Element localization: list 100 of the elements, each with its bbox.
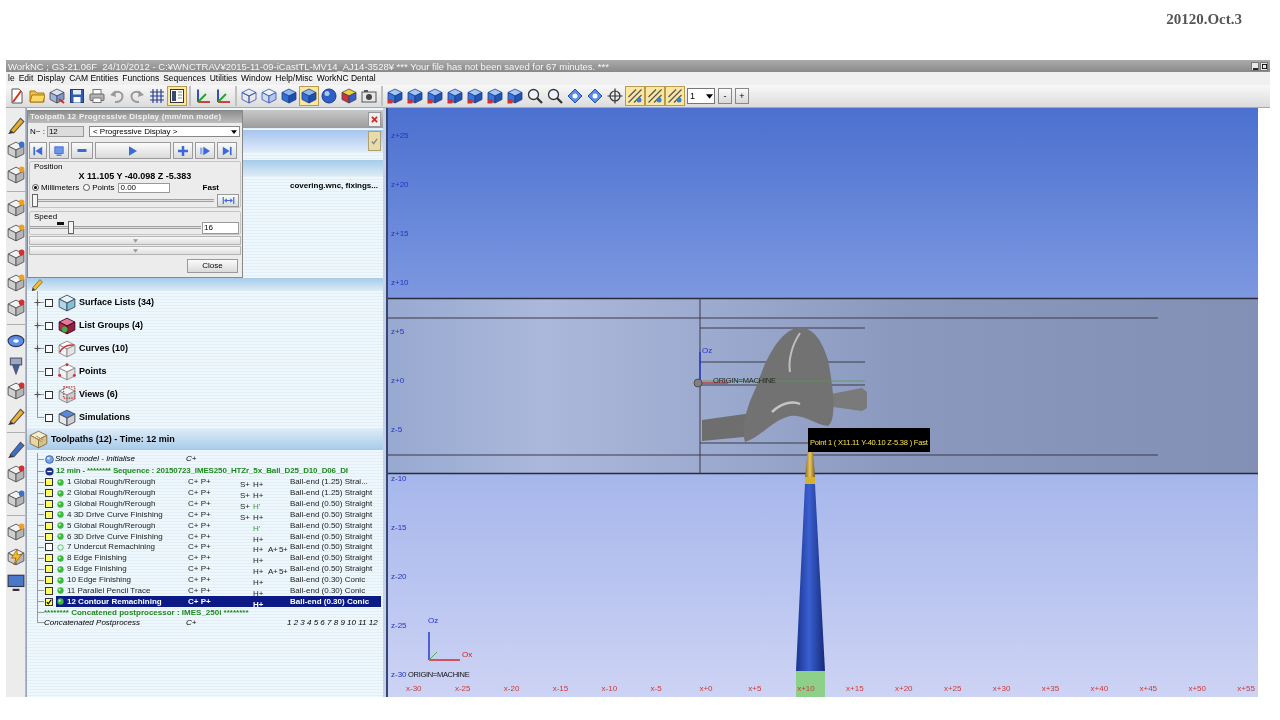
slider-thumb[interactable] <box>32 193 38 207</box>
points-field[interactable]: 0.00 <box>118 182 171 193</box>
checkbox[interactable] <box>45 367 53 376</box>
lightning-icon[interactable] <box>6 547 25 567</box>
pencil-icon[interactable] <box>6 115 25 135</box>
checkbox[interactable] <box>45 478 53 487</box>
toolbar-button[interactable] <box>525 86 545 106</box>
checkbox[interactable] <box>45 510 53 519</box>
toolbar-button[interactable] <box>625 86 645 106</box>
toolpath-row[interactable]: 5 Global Rough/Rerough C+ P+ H' Ball-end (0.50) Straight <box>56 520 381 532</box>
tree-item[interactable]: List Groups (4) <box>27 314 383 337</box>
menu-item[interactable]: Window <box>241 73 272 84</box>
play-button[interactable] <box>95 142 171 159</box>
toolbar-button[interactable] <box>425 86 445 106</box>
menu-item[interactable]: Help/Misc <box>275 73 313 84</box>
radio-button[interactable] <box>32 184 39 192</box>
checkbox[interactable] <box>45 321 53 330</box>
box-icon[interactable] <box>6 489 25 509</box>
toolbar-button[interactable] <box>505 86 525 106</box>
toolbar-button[interactable] <box>147 86 167 106</box>
position-slider-track[interactable] <box>32 193 214 207</box>
toolpath-row[interactable]: 11 Parallel Pencil Trace C+ P+ H+ Ball-end (0.30) Conic <box>56 585 381 597</box>
toolbar-button[interactable] <box>405 86 425 106</box>
toolbar-button[interactable] <box>339 86 359 106</box>
box-icon[interactable] <box>6 381 25 401</box>
toolbar-button[interactable] <box>299 86 319 106</box>
expand-icon[interactable] <box>34 322 41 329</box>
tree-item[interactable]: Views (6) <box>27 383 383 406</box>
menu-item[interactable]: Functions <box>122 73 160 84</box>
toolbar-button[interactable] <box>167 86 187 106</box>
toolpath-row[interactable]: 4 3D Drive Curve Finishing C+ P+ S+ H+ Ball-end (0.50) Straight <box>56 509 381 521</box>
tree-item[interactable]: Curves (10) <box>27 337 383 360</box>
minimize-button[interactable] <box>1251 61 1259 71</box>
fit-range-button[interactable] <box>217 193 239 207</box>
checkbox[interactable] <box>45 586 53 595</box>
previous-button[interactable] <box>49 142 69 159</box>
toolbar-button[interactable] <box>605 86 625 106</box>
close-button[interactable]: Close <box>187 259 238 273</box>
menu-item[interactable]: CAM Entities <box>69 73 119 84</box>
pencil-icon[interactable] <box>6 406 25 426</box>
expand-icon[interactable] <box>34 299 41 306</box>
menu-item[interactable]: Utilities <box>209 73 238 84</box>
toolpath-row[interactable]: 3 Global Rough/Rerough C+ P+ S+ H' Ball-end (0.50) Straight <box>56 498 381 510</box>
checkbox[interactable] <box>45 554 53 563</box>
toolpath-row[interactable]: 8 Edge Finishing C+ P+ H+ Ball-end (0.50) Straight <box>56 552 381 564</box>
toolbar-button[interactable] <box>565 86 585 106</box>
toolbar-button[interactable] <box>385 86 405 106</box>
expand-icon[interactable] <box>34 345 41 352</box>
display-mode-dropdown[interactable]: < Progressive Display > <box>88 126 240 137</box>
box-icon[interactable] <box>6 198 25 218</box>
box-icon[interactable] <box>6 298 25 318</box>
menu-item[interactable]: WorkNC Dental <box>316 73 376 84</box>
checkbox[interactable] <box>45 532 53 541</box>
tree-item[interactable]: Simulations <box>27 406 383 429</box>
checkbox[interactable] <box>45 413 53 422</box>
toolbar-button[interactable] <box>645 86 665 106</box>
checkbox[interactable] <box>45 390 53 399</box>
minus-button[interactable] <box>71 142 93 159</box>
menu-item[interactable]: Sequences <box>163 73 206 84</box>
checkbox[interactable] <box>45 565 53 574</box>
box-icon[interactable] <box>6 140 25 160</box>
toolbar-button[interactable] <box>585 86 605 106</box>
speed-field[interactable]: 16 <box>202 221 239 234</box>
checkbox[interactable] <box>45 298 53 307</box>
toolpath-row[interactable]: 9 Edge Finishing C+ P+ H+ A+ 5+ Ball-end (0.50) Straight <box>56 563 381 575</box>
toolpath-row[interactable]: 2 Global Rough/Rerough C+ P+ S+ H+ Ball-end (1.25) Straight <box>56 487 381 499</box>
toolpath-row[interactable]: 10 Edge Finishing C+ P+ H+ Ball-end (0.30) Conic <box>56 574 381 586</box>
tree-item[interactable]: Points <box>27 360 383 383</box>
toolbar-button[interactable] <box>485 86 505 106</box>
box-icon[interactable] <box>6 273 25 293</box>
checkbox[interactable] <box>45 543 53 552</box>
close-button[interactable] <box>368 111 381 127</box>
checkbox[interactable] <box>45 521 53 530</box>
toolbar-button[interactable] <box>445 86 465 106</box>
toolpath-row[interactable]: 12 Contour Remachining C+ P+ H+ Ball-end (0.30) Conic <box>56 596 381 608</box>
step-button[interactable] <box>195 142 215 159</box>
box-icon[interactable] <box>6 522 25 542</box>
toolbar-button[interactable] <box>545 86 565 106</box>
toolbar-button[interactable] <box>279 86 299 106</box>
box-icon[interactable] <box>6 165 25 185</box>
checkbox[interactable] <box>45 500 53 509</box>
restore-button[interactable] <box>1260 61 1268 71</box>
first-button[interactable] <box>29 142 47 159</box>
radio-button[interactable] <box>83 184 91 192</box>
collapse-icon[interactable] <box>45 466 54 476</box>
stepper-button[interactable]: - <box>718 88 732 104</box>
toolbar-button[interactable] <box>665 86 685 106</box>
menu-item[interactable]: le <box>8 73 15 84</box>
menu-item[interactable]: Edit <box>18 73 34 84</box>
toolbar-button[interactable] <box>47 86 67 106</box>
box-icon[interactable] <box>6 464 25 484</box>
slider-thumb[interactable] <box>67 221 74 234</box>
toolbar-button[interactable] <box>465 86 485 106</box>
expand-icon[interactable] <box>34 391 41 398</box>
menu-item[interactable]: Display <box>37 73 66 84</box>
checkbox[interactable] <box>45 597 53 606</box>
toolbar-button[interactable] <box>319 86 339 106</box>
stepper-button[interactable]: + <box>735 88 749 104</box>
number-field[interactable]: 12 <box>46 126 84 137</box>
layer-dropdown[interactable]: 1 <box>687 88 715 104</box>
